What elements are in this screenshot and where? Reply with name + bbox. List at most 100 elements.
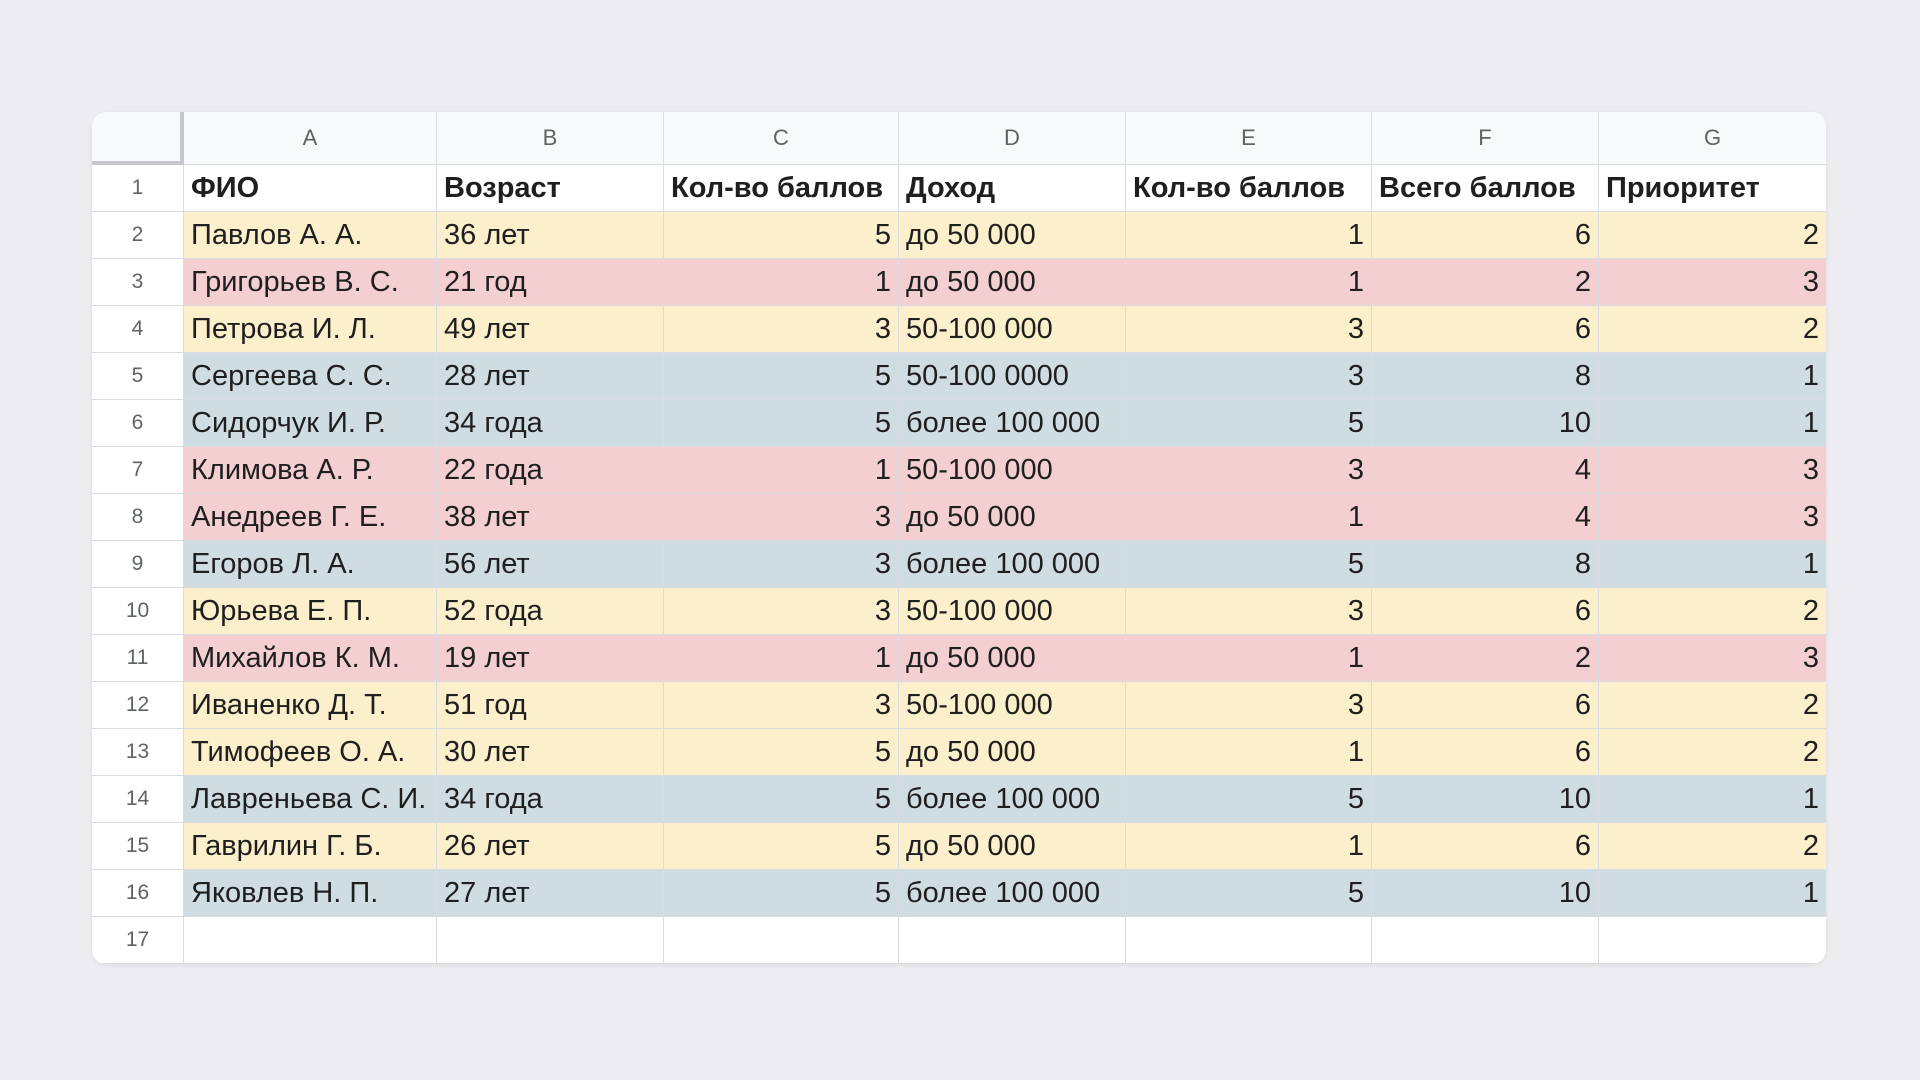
data-cell[interactable]: Лавреньева С. И. (184, 776, 437, 823)
data-cell[interactable]: Григорьев В. С. (184, 259, 437, 306)
data-cell[interactable]: 2 (1599, 306, 1826, 353)
row-header[interactable]: 11 (92, 635, 184, 682)
data-cell[interactable]: Павлов А. А. (184, 212, 437, 259)
data-cell[interactable]: 1 (1599, 353, 1826, 400)
data-cell[interactable]: 21 год (437, 259, 664, 306)
column-header-f[interactable]: F (1372, 112, 1599, 165)
data-cell[interactable]: 6 (1372, 588, 1599, 635)
row-header[interactable]: 7 (92, 447, 184, 494)
data-cell[interactable]: 50-100 000 (899, 588, 1126, 635)
data-cell[interactable]: 56 лет (437, 541, 664, 588)
data-cell[interactable]: 3 (1126, 447, 1372, 494)
row-header[interactable]: 10 (92, 588, 184, 635)
empty-cell[interactable] (437, 917, 664, 964)
data-cell[interactable]: Яковлев Н. П. (184, 870, 437, 917)
data-cell[interactable]: 5 (664, 212, 899, 259)
data-cell[interactable]: 8 (1372, 541, 1599, 588)
empty-cell[interactable] (899, 917, 1126, 964)
header-cell[interactable]: Кол-во баллов (664, 165, 899, 212)
data-cell[interactable]: Сергеева С. С. (184, 353, 437, 400)
data-cell[interactable]: 50-100 000 (899, 682, 1126, 729)
column-header-b[interactable]: B (437, 112, 664, 165)
column-header-a[interactable]: A (184, 112, 437, 165)
data-cell[interactable]: 6 (1372, 729, 1599, 776)
data-cell[interactable]: 50-100 000 (899, 306, 1126, 353)
data-cell[interactable]: Петрова И. Л. (184, 306, 437, 353)
data-cell[interactable]: до 50 000 (899, 823, 1126, 870)
data-cell[interactable]: 3 (1599, 494, 1826, 541)
data-cell[interactable]: 1 (1126, 259, 1372, 306)
row-header[interactable]: 5 (92, 353, 184, 400)
data-cell[interactable]: 5 (1126, 541, 1372, 588)
data-cell[interactable]: 8 (1372, 353, 1599, 400)
data-cell[interactable]: 2 (1372, 259, 1599, 306)
data-cell[interactable]: 1 (664, 635, 899, 682)
row-header[interactable]: 12 (92, 682, 184, 729)
header-cell[interactable]: Всего баллов (1372, 165, 1599, 212)
header-cell[interactable]: Возраст (437, 165, 664, 212)
data-cell[interactable]: 1 (1599, 870, 1826, 917)
data-cell[interactable]: Юрьева Е. П. (184, 588, 437, 635)
data-cell[interactable]: 5 (664, 823, 899, 870)
empty-cell[interactable] (1372, 917, 1599, 964)
data-cell[interactable]: более 100 000 (899, 541, 1126, 588)
data-cell[interactable]: 10 (1372, 776, 1599, 823)
data-cell[interactable]: более 100 000 (899, 400, 1126, 447)
data-cell[interactable]: 34 года (437, 400, 664, 447)
header-cell[interactable]: Доход (899, 165, 1126, 212)
row-header[interactable]: 8 (92, 494, 184, 541)
data-cell[interactable]: до 50 000 (899, 635, 1126, 682)
data-cell[interactable]: 19 лет (437, 635, 664, 682)
data-cell[interactable]: 3 (664, 494, 899, 541)
data-cell[interactable]: 52 года (437, 588, 664, 635)
data-cell[interactable]: более 100 000 (899, 870, 1126, 917)
data-cell[interactable]: 2 (1599, 823, 1826, 870)
data-cell[interactable]: 5 (1126, 776, 1372, 823)
data-cell[interactable]: 1 (1126, 494, 1372, 541)
data-cell[interactable]: 1 (1126, 635, 1372, 682)
select-all-corner[interactable] (92, 112, 184, 165)
data-cell[interactable]: 2 (1599, 212, 1826, 259)
data-cell[interactable]: 2 (1599, 729, 1826, 776)
data-cell[interactable]: 50-100 000 (899, 447, 1126, 494)
data-cell[interactable]: 3 (664, 541, 899, 588)
data-cell[interactable]: 5 (664, 353, 899, 400)
data-cell[interactable]: 1 (1126, 823, 1372, 870)
data-cell[interactable]: 30 лет (437, 729, 664, 776)
data-cell[interactable]: 5 (664, 870, 899, 917)
row-header[interactable]: 1 (92, 165, 184, 212)
data-cell[interactable]: 2 (1372, 635, 1599, 682)
empty-cell[interactable] (664, 917, 899, 964)
row-header[interactable]: 13 (92, 729, 184, 776)
data-cell[interactable]: 34 года (437, 776, 664, 823)
header-cell[interactable]: ФИО (184, 165, 437, 212)
data-cell[interactable]: 5 (1126, 870, 1372, 917)
data-cell[interactable]: 10 (1372, 400, 1599, 447)
data-cell[interactable]: 6 (1372, 823, 1599, 870)
data-cell[interactable]: до 50 000 (899, 494, 1126, 541)
data-cell[interactable]: 3 (1126, 353, 1372, 400)
row-header[interactable]: 4 (92, 306, 184, 353)
data-cell[interactable]: 5 (664, 729, 899, 776)
data-cell[interactable]: 3 (664, 682, 899, 729)
data-cell[interactable]: 5 (664, 400, 899, 447)
data-cell[interactable]: 3 (1126, 306, 1372, 353)
data-cell[interactable]: 1 (664, 259, 899, 306)
data-cell[interactable]: Тимофеев О. А. (184, 729, 437, 776)
data-cell[interactable]: 3 (1599, 635, 1826, 682)
data-cell[interactable]: 1 (1599, 776, 1826, 823)
data-cell[interactable]: Иваненко Д. Т. (184, 682, 437, 729)
data-cell[interactable]: Гаврилин Г. Б. (184, 823, 437, 870)
data-cell[interactable]: 6 (1372, 212, 1599, 259)
data-cell[interactable]: 1 (664, 447, 899, 494)
data-cell[interactable]: 6 (1372, 682, 1599, 729)
data-cell[interactable]: Егоров Л. А. (184, 541, 437, 588)
data-cell[interactable]: 1 (1599, 400, 1826, 447)
data-cell[interactable]: 4 (1372, 494, 1599, 541)
empty-cell[interactable] (184, 917, 437, 964)
row-header[interactable]: 17 (92, 917, 184, 964)
data-cell[interactable]: 10 (1372, 870, 1599, 917)
data-cell[interactable]: 27 лет (437, 870, 664, 917)
data-cell[interactable]: до 50 000 (899, 729, 1126, 776)
data-cell[interactable]: 3 (1126, 588, 1372, 635)
